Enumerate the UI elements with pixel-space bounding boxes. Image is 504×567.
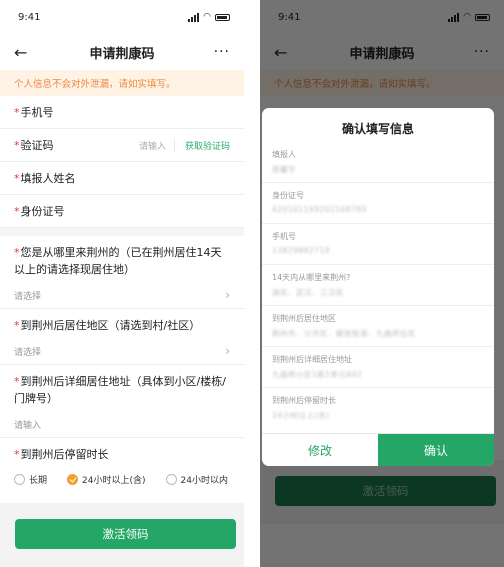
chevron-right-icon: › bbox=[225, 344, 230, 358]
confirm-screen: 9:41 ◠ ← 申请荆康码 ··· 个人信息不会对外泄漏，请如实填写。 激活领… bbox=[260, 0, 504, 567]
back-arrow-icon[interactable]: ← bbox=[14, 43, 34, 62]
dialog-title: 确认填写信息 bbox=[341, 122, 414, 136]
reporter-name-field[interactable]: *填报人姓名 bbox=[0, 162, 244, 195]
section-divider bbox=[0, 228, 244, 236]
bottom-bar: 激活领码 bbox=[0, 503, 244, 567]
activate-code-button[interactable]: 激活领码 bbox=[15, 519, 236, 549]
radio-over-24h[interactable]: 24小时以上(含) bbox=[67, 473, 146, 486]
status-time: 9:41 bbox=[18, 11, 41, 23]
id-label: 身份证号 bbox=[20, 205, 65, 218]
check-icon bbox=[67, 474, 79, 485]
district-select[interactable]: 请选择 bbox=[14, 345, 41, 358]
radio-under-24h[interactable]: 24小时以内 bbox=[165, 473, 228, 486]
page-title: 申请荆康码 bbox=[89, 46, 155, 62]
reporter-label: 填报人姓名 bbox=[20, 172, 76, 185]
code-field[interactable]: *验证码 请输入 获取验证码 bbox=[0, 129, 244, 162]
privacy-notice: 个人信息不会对外泄漏，请如实填写。 bbox=[0, 70, 244, 96]
signal-icon bbox=[188, 12, 200, 22]
info-row: 身份证号 42010119920216878X bbox=[262, 183, 494, 224]
stay-radio-group: 长期 24小时以上(含) 24小时以内 bbox=[14, 463, 230, 490]
info-row: 到荆州后详细居住地址 九曲桥小区1栋1单元602 bbox=[262, 347, 494, 388]
phone-field[interactable]: *手机号 bbox=[0, 96, 244, 129]
wifi-icon: ◠ bbox=[203, 12, 211, 22]
stay-label: 到荆州后停留时长 bbox=[20, 448, 109, 461]
info-row: 填报人 周馨宇 bbox=[262, 142, 494, 183]
form-screen: 9:41 ◠ ← 申请荆康码 ··· 个人信息不会对外泄漏，请如实填写。 *手机… bbox=[0, 0, 244, 567]
code-input[interactable]: 请输入 bbox=[139, 138, 175, 152]
radio-long-term[interactable]: 长期 bbox=[14, 473, 47, 486]
stay-duration-field: *到荆州后停留时长 长期 24小时以上(含) 24小时以内 bbox=[0, 438, 244, 496]
id-number-field[interactable]: *身份证号 bbox=[0, 195, 244, 228]
phone-label: 手机号 bbox=[20, 106, 54, 119]
more-icon[interactable]: ··· bbox=[210, 44, 230, 60]
info-row: 到荆州后居住地区 荆州市、沙市区、解放街道、九曲桥社区 bbox=[262, 306, 494, 347]
info-row: 到荆州后停留时长 24小时以上(含) bbox=[272, 396, 336, 420]
status-icons: ◠ bbox=[188, 12, 230, 22]
origin-label: 您是从哪里来荆州的（已在荆州居住14天以上的请选择现居住地） bbox=[14, 246, 222, 276]
chevron-right-icon: › bbox=[225, 288, 230, 302]
status-bar: 9:41 ◠ bbox=[0, 0, 244, 34]
edit-button[interactable]: 修改 bbox=[262, 434, 378, 466]
origin-field[interactable]: *您是从哪里来荆州的（已在荆州居住14天以上的请选择现居住地） 请选择 › bbox=[0, 236, 244, 309]
address-field[interactable]: *到荆州后详细居住地址（具体到小区/楼栋/门牌号） 请输入 bbox=[0, 365, 244, 438]
info-row: 14天内从哪里来荆州? 湖北、武汉、江汉区 bbox=[262, 265, 494, 306]
origin-select[interactable]: 请选择 bbox=[14, 289, 41, 302]
dialog-actions: 修改 确认 bbox=[262, 433, 494, 466]
address-input[interactable]: 请输入 bbox=[14, 418, 41, 431]
nav-bar: ← 申请荆康码 ··· bbox=[0, 34, 244, 70]
confirm-dialog: 确认填写信息 填报人 周馨宇 身份证号 42010119920216878X 手机号… bbox=[262, 108, 494, 466]
code-label: 验证码 bbox=[20, 139, 54, 152]
confirm-button[interactable]: 确认 bbox=[378, 434, 494, 466]
address-label: 到荆州后详细居住地址（具体到小区/楼栋/门牌号） bbox=[14, 375, 226, 405]
district-field[interactable]: *到荆州后居住地区（请选到村/社区） 请选择 › bbox=[0, 309, 244, 365]
get-code-button[interactable]: 获取验证码 bbox=[185, 139, 230, 152]
district-label: 到荆州后居住地区（请选到村/社区） bbox=[20, 319, 201, 332]
battery-icon bbox=[215, 13, 230, 21]
info-row: 手机号 13829882719 bbox=[262, 224, 494, 265]
